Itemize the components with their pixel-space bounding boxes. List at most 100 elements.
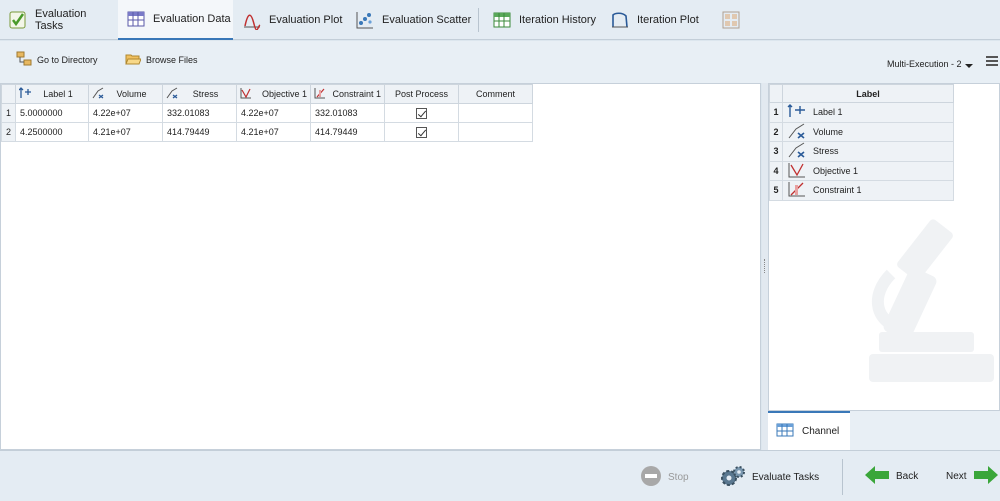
arrow-left-icon (864, 465, 890, 488)
tab-evaluation-scatter[interactable]: Evaluation Scatter (347, 0, 472, 40)
design-variable-icon (787, 103, 807, 121)
gears-icon (720, 465, 746, 490)
tab-bar: Evaluation Tasks Evaluation Data Evaluat… (0, 0, 1000, 40)
bottom-separator (842, 459, 843, 495)
column-header-comment[interactable]: Comment (458, 84, 533, 104)
response-icon (92, 87, 104, 101)
row-number: 2 (1, 122, 16, 142)
tab-evaluation-plot[interactable]: Evaluation Plot (234, 0, 346, 40)
cell-post-process (384, 103, 459, 123)
row-number: 1 (1, 103, 16, 123)
tab-label: Channel (802, 426, 840, 437)
item-label: Objective 1 (813, 165, 859, 176)
data-table-icon (126, 9, 146, 29)
cell-objective[interactable]: 4.22e+07 (236, 103, 311, 123)
item-label: Volume (813, 126, 844, 137)
post-process-checkbox[interactable] (416, 107, 427, 119)
cell-comment[interactable] (458, 122, 533, 142)
cell-volume[interactable]: 4.21e+07 (88, 122, 163, 142)
column-header-objective[interactable]: Objective 1 (236, 84, 311, 104)
tab-channel[interactable]: Channel (768, 411, 850, 450)
layout-grid-icon[interactable] (722, 11, 740, 29)
post-process-checkbox[interactable] (416, 126, 427, 138)
menu-icon[interactable] (986, 56, 998, 66)
curve-plot-icon (242, 10, 262, 31)
back-button[interactable]: Back (864, 465, 918, 488)
column-header-post-process[interactable]: Post Process (384, 84, 459, 104)
tab-separator (478, 8, 479, 32)
list-item[interactable]: 3 Stress (769, 141, 954, 162)
column-header-label[interactable]: Label 1 (15, 84, 89, 104)
list-item[interactable]: 1 Label 1 (769, 102, 954, 123)
caret-down-icon (964, 57, 973, 71)
table-row[interactable]: 2 4.2500000 4.21e+07 414.79449 4.21e+07 … (1, 122, 533, 142)
microscope-watermark-icon (851, 214, 999, 397)
scatter-plot-icon (355, 10, 375, 30)
table-row[interactable]: 1 5.0000000 4.22e+07 332.01083 4.22e+07 … (1, 103, 533, 123)
iteration-plot-icon (610, 10, 630, 30)
next-button[interactable]: Next (946, 465, 999, 488)
stop-button[interactable]: Stop (640, 465, 689, 490)
column-header-constraint[interactable]: Constraint 1 (310, 84, 385, 104)
tab-label: Evaluation Scatter (382, 14, 472, 26)
column-header-volume[interactable]: Volume (88, 84, 163, 104)
channel-tab-strip: Channel (768, 411, 1000, 450)
open-folder-icon (125, 51, 142, 69)
folder-tree-icon (16, 51, 32, 69)
design-variable-icon (18, 87, 31, 101)
evaluate-tasks-button[interactable]: Evaluate Tasks (720, 465, 819, 490)
data-table-icon (776, 422, 794, 441)
tab-iteration-history[interactable]: Iteration History (484, 0, 598, 40)
row-number: 5 (769, 180, 783, 201)
objective-icon (240, 87, 252, 101)
row-number: 1 (769, 102, 783, 123)
list-item[interactable]: 2 Volume (769, 121, 954, 142)
row-number: 4 (769, 160, 783, 181)
response-icon (787, 123, 807, 141)
toolbar: Go to Directory Browse Files Multi-Execu… (0, 41, 1000, 83)
response-icon (787, 142, 807, 160)
stop-icon (640, 465, 662, 490)
checklist-icon (8, 10, 28, 30)
tab-label: Iteration History (519, 14, 597, 26)
multi-execution-dropdown[interactable]: Multi-Execution - 2 (887, 57, 973, 71)
list-item[interactable]: 5 Constraint 1 (769, 180, 954, 201)
cell-constraint[interactable]: 332.01083 (310, 103, 385, 123)
constraint-icon (787, 181, 807, 199)
row-number: 2 (769, 121, 783, 142)
column-header-stress[interactable]: Stress (162, 84, 237, 104)
cell-constraint[interactable]: 414.79449 (310, 122, 385, 142)
cell-stress[interactable]: 414.79449 (162, 122, 237, 142)
row-number-header (1, 84, 16, 104)
tab-iteration-plot[interactable]: Iteration Plot (602, 0, 706, 40)
constraint-icon (314, 87, 326, 101)
row-number: 3 (769, 141, 783, 162)
item-label: Label 1 (813, 107, 843, 118)
item-label: Constraint 1 (813, 185, 862, 196)
cell-volume[interactable]: 4.22e+07 (88, 103, 163, 123)
cell-comment[interactable] (458, 103, 533, 123)
bottom-action-bar: Stop Evaluate Tasks Back Next (0, 450, 1000, 501)
row-number-header (769, 84, 783, 103)
browse-files-button[interactable]: Browse Files (125, 51, 198, 69)
cell-label[interactable]: 5.0000000 (15, 103, 89, 123)
item-label: Stress (813, 146, 839, 157)
list-item[interactable]: 4 Objective 1 (769, 160, 954, 181)
channel-label-table: Label 1 Label 1 2 Volume 3 Stress 4 Obje… (769, 84, 954, 201)
tab-evaluation-tasks[interactable]: Evaluation Tasks (0, 0, 116, 40)
tab-label: Evaluation Tasks (35, 8, 87, 32)
arrow-right-icon (973, 465, 999, 488)
evaluation-data-pane: Label 1 Volume Stress Objective 1 Constr… (0, 83, 761, 450)
cell-label[interactable]: 4.2500000 (15, 122, 89, 142)
tab-label: Evaluation Data (153, 13, 231, 25)
cell-stress[interactable]: 332.01083 (162, 103, 237, 123)
channel-label-pane: Label 1 Label 1 2 Volume 3 Stress 4 Obje… (768, 83, 1000, 411)
label-column-header[interactable]: Label (782, 84, 954, 103)
response-icon (166, 87, 178, 101)
go-to-directory-button[interactable]: Go to Directory (16, 51, 98, 69)
tab-label: Evaluation Plot (269, 14, 343, 26)
history-table-icon (492, 10, 512, 30)
evaluation-data-table: Label 1 Volume Stress Objective 1 Constr… (1, 84, 533, 142)
tab-evaluation-data[interactable]: Evaluation Data (118, 0, 233, 40)
cell-objective[interactable]: 4.21e+07 (236, 122, 311, 142)
